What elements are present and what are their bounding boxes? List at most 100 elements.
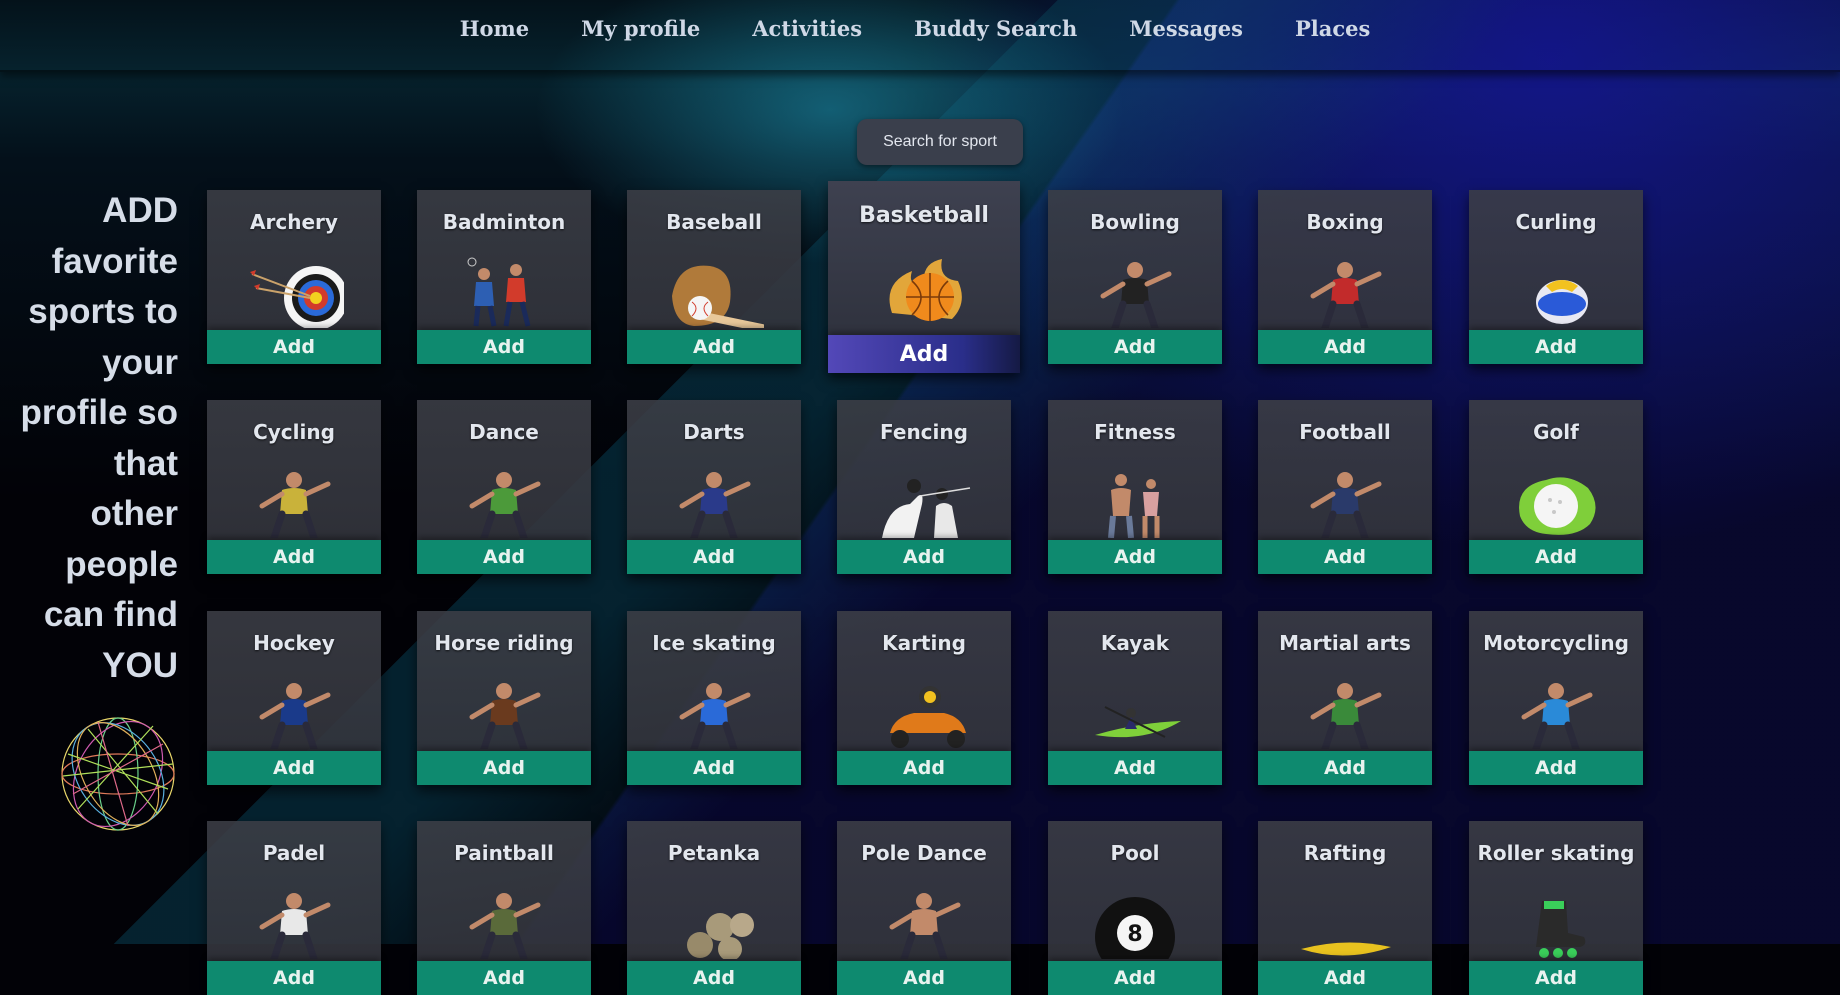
promo-line: favorite (51, 241, 178, 281)
sport-name: Cycling (253, 420, 335, 444)
dancer-icon (469, 472, 541, 538)
add-sport-button[interactable]: Add (207, 751, 381, 785)
add-sport-button[interactable]: Add (417, 961, 591, 995)
add-sport-button[interactable]: Add (828, 335, 1020, 373)
add-sport-button[interactable]: Add (627, 330, 801, 364)
add-sport-button[interactable]: Add (207, 961, 381, 995)
sport-name: Hockey (253, 631, 335, 655)
add-sport-button[interactable]: Add (627, 540, 801, 574)
sport-name: Baseball (666, 210, 762, 234)
sport-card-bowling[interactable]: Bowling Add (1048, 190, 1222, 364)
add-sport-button[interactable]: Add (1258, 540, 1432, 574)
sport-card-roller-skating[interactable]: Roller skating Add (1469, 821, 1643, 995)
sport-card-padel[interactable]: Padel Add (207, 821, 381, 995)
sport-card-petanka[interactable]: Petanka Add (627, 821, 801, 995)
sport-card-dance[interactable]: Dance Add (417, 400, 591, 574)
sport-name: Horse riding (434, 631, 574, 655)
sport-card-rafting[interactable]: Rafting Add (1258, 821, 1432, 995)
badminton-players-icon (467, 257, 531, 327)
sport-card-karting[interactable]: Karting Add (837, 611, 1011, 785)
motorcycle-rider-icon (1521, 683, 1593, 749)
add-sport-button[interactable]: Add (1469, 330, 1643, 364)
sport-search-input[interactable] (857, 119, 1023, 165)
promo-text: ADD favorite sports to your profile so t… (0, 186, 178, 691)
sport-card-martial-arts[interactable]: Martial arts Add (1258, 611, 1432, 785)
add-sport-button[interactable]: Add (417, 751, 591, 785)
sport-card-kayak[interactable]: Kayak Add (1048, 611, 1222, 785)
sport-card-fencing[interactable]: Fencing Add (837, 400, 1011, 574)
sport-name: Curling (1515, 210, 1597, 234)
nav-activities[interactable]: Activities (752, 16, 862, 41)
add-sport-button[interactable]: Add (417, 330, 591, 364)
sport-card-golf[interactable]: Golf Add (1469, 400, 1643, 574)
petanque-balls-icon (687, 913, 754, 959)
nav-my-profile[interactable]: My profile (581, 16, 700, 41)
add-sport-button[interactable]: Add (1258, 751, 1432, 785)
promo-line: that (113, 443, 178, 483)
nav-buddy-search[interactable]: Buddy Search (914, 16, 1077, 41)
add-sport-button[interactable]: Add (1469, 540, 1643, 574)
sport-name: Petanka (667, 841, 761, 865)
fitness-couple-icon (1108, 474, 1160, 538)
sport-card-fitness[interactable]: Fitness Add (1048, 400, 1222, 574)
sport-name: Martial arts (1279, 631, 1411, 655)
add-sport-button[interactable]: Add (1048, 330, 1222, 364)
add-sport-button[interactable]: Add (1469, 751, 1643, 785)
sport-name: Archery (250, 210, 338, 234)
sport-card-cycling[interactable]: Cycling Add (207, 400, 381, 574)
baseball-glove-icon (672, 265, 764, 328)
add-sport-button[interactable]: Add (417, 540, 591, 574)
promo-line: ADD (102, 191, 178, 230)
add-sport-button[interactable]: Add (1048, 751, 1222, 785)
sport-card-darts[interactable]: Darts Add (627, 400, 801, 574)
add-sport-button[interactable]: Add (1258, 330, 1432, 364)
sport-card-horse-riding[interactable]: Horse riding Add (417, 611, 591, 785)
sport-card-baseball[interactable]: Baseball Add (627, 190, 801, 364)
promo-line: can find (43, 595, 178, 634)
sport-name: Roller skating (1477, 841, 1635, 865)
sport-name: Fitness (1094, 420, 1176, 444)
add-sport-button[interactable]: Add (837, 751, 1011, 785)
go-kart-icon (890, 686, 966, 748)
nav-home[interactable]: Home (460, 16, 529, 41)
sport-card-boxing[interactable]: Boxing Add (1258, 190, 1432, 364)
add-sport-button[interactable]: Add (837, 961, 1011, 995)
darts-player-icon (679, 472, 751, 538)
sport-card-pole-dance[interactable]: Pole Dance Add (837, 821, 1011, 995)
eight-ball-icon: 8 (1095, 897, 1175, 959)
boxers-icon (1310, 262, 1382, 328)
add-sport-button[interactable]: Add (627, 751, 801, 785)
sport-card-pool[interactable]: Pool 8 Add (1048, 821, 1222, 995)
sport-card-curling[interactable]: Curling Add (1469, 190, 1643, 364)
sport-name: Boxing (1306, 210, 1384, 234)
sport-card-badminton[interactable]: Badminton Add (417, 190, 591, 364)
add-sport-button[interactable]: Add (1048, 961, 1222, 995)
sport-name: Pole Dance (861, 841, 987, 865)
sport-name: Ice skating (652, 631, 776, 655)
add-sport-button[interactable]: Add (1048, 540, 1222, 574)
sport-name: Rafting (1303, 841, 1387, 865)
sport-name: Paintball (454, 841, 554, 865)
nav-places[interactable]: Places (1295, 16, 1370, 41)
sport-card-football[interactable]: Football Add (1258, 400, 1432, 574)
nav-messages[interactable]: Messages (1129, 16, 1243, 41)
sport-name: Basketball (859, 203, 989, 228)
add-sport-button[interactable]: Add (207, 540, 381, 574)
sport-name: Karting (882, 631, 966, 655)
promo-line: profile so (20, 393, 178, 432)
add-sport-button[interactable]: Add (837, 540, 1011, 574)
add-sport-button[interactable]: Add (627, 961, 801, 995)
martial-artist-icon (1310, 683, 1382, 749)
sport-card-paintball[interactable]: Paintball Add (417, 821, 591, 995)
add-sport-button[interactable]: Add (1469, 961, 1643, 995)
sport-card-motorcycling[interactable]: Motorcycling Add (1469, 611, 1643, 785)
sport-card-hockey[interactable]: Hockey Add (207, 611, 381, 785)
sport-name: Kayak (1100, 631, 1170, 655)
sport-card-archery[interactable]: Archery Add (207, 190, 381, 364)
add-sport-button[interactable]: Add (1258, 961, 1432, 995)
sport-card-basketball[interactable]: Basketball Add (828, 181, 1020, 373)
sport-name: Dance (469, 420, 539, 444)
football-player-icon (1310, 472, 1382, 538)
add-sport-button[interactable]: Add (207, 330, 381, 364)
sport-card-ice-skating[interactable]: Ice skating Add (627, 611, 801, 785)
